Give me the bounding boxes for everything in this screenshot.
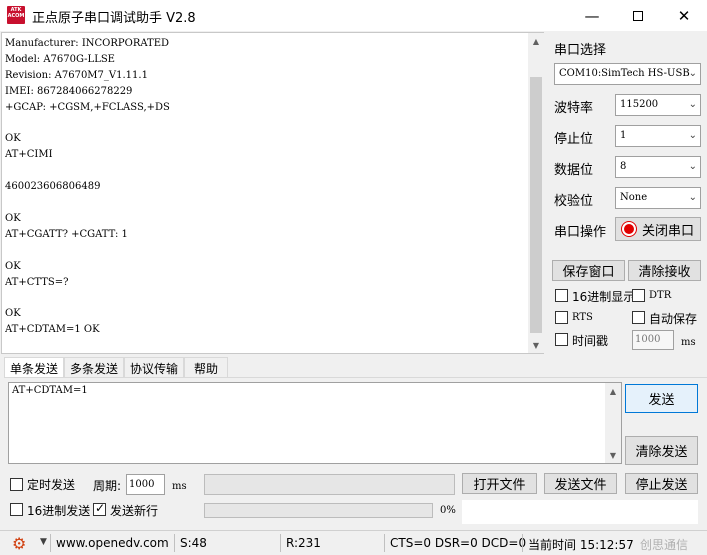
parity-label: 校验位: [554, 194, 594, 209]
port-select-value: COM10:SimTech HS-USB: [559, 68, 690, 79]
send-newline-label: 发送新行: [110, 504, 159, 518]
receive-area[interactable]: Manufacturer: INCORPORATED Model: A7670G…: [1, 32, 544, 354]
chevron-down-icon: ⌄: [688, 99, 697, 110]
file-path-field[interactable]: [204, 474, 455, 495]
auto-save-label: 自动保存: [649, 312, 698, 326]
tab-single-send[interactable]: 单条发送: [4, 357, 64, 378]
send-progress-bar: [204, 503, 433, 518]
parity-select[interactable]: None ⌄: [615, 187, 701, 209]
send-file-button[interactable]: 发送文件: [544, 473, 617, 494]
send-button[interactable]: 发送: [625, 384, 698, 413]
period-label: 周期:: [93, 479, 122, 493]
stopbit-value: 1: [620, 130, 627, 141]
timestamp-checkbox[interactable]: [555, 333, 568, 346]
status-separator: [522, 534, 523, 552]
dtr-label: DTR: [649, 290, 672, 301]
tab-protocol[interactable]: 协议传输: [124, 357, 184, 378]
timestamp-unit: ms: [681, 337, 696, 348]
auto-save-checkbox[interactable]: [632, 311, 645, 324]
send-newline-checkbox[interactable]: [93, 501, 106, 516]
port-operation-label: 串口操作: [554, 225, 607, 240]
port-select[interactable]: COM10:SimTech HS-USB ⌄: [554, 63, 701, 85]
period-input[interactable]: 1000: [126, 474, 165, 495]
minimize-button[interactable]: —: [569, 0, 615, 31]
period-unit: ms: [172, 481, 187, 492]
maximize-icon: [633, 10, 643, 21]
chevron-down-icon: ⌄: [688, 161, 697, 172]
line-status: CTS=0 DSR=0 DCD=0: [390, 536, 527, 550]
info-field: [462, 500, 698, 524]
gear-icon[interactable]: ⚙: [12, 534, 26, 553]
databit-value: 8: [620, 161, 627, 172]
maximize-button[interactable]: [615, 0, 661, 31]
send-progress-percent: 0%: [440, 505, 456, 516]
stopbit-label: 停止位: [554, 132, 594, 147]
close-port-button[interactable]: 关闭串口: [615, 217, 701, 241]
baud-label: 波特率: [554, 101, 594, 116]
minimize-icon: —: [584, 6, 600, 25]
close-window-button[interactable]: ✕: [661, 0, 707, 31]
window-title: 正点原子串口调试助手 V2.8: [32, 11, 196, 26]
baud-select[interactable]: 115200 ⌄: [615, 94, 701, 116]
title-bar[interactable]: ATK ACOM 正点原子串口调试助手 V2.8 — ✕: [0, 0, 707, 31]
send-scrollbar[interactable]: ▲ ▼: [605, 383, 621, 463]
hex-display-label: 16进制显示: [572, 290, 636, 304]
databit-label: 数据位: [554, 163, 594, 178]
hex-display-checkbox[interactable]: [555, 289, 568, 302]
close-port-label: 关闭串口: [641, 223, 694, 239]
app-logo: ATK ACOM: [7, 6, 25, 24]
status-bar: ⚙ ▼ www.openedv.com S:48 R:231 CTS=0 DSR…: [0, 530, 707, 555]
received-count: R:231: [286, 536, 321, 550]
status-separator: [280, 534, 281, 552]
chevron-down-icon: ⌄: [688, 192, 697, 203]
status-separator: [174, 534, 175, 552]
rts-checkbox[interactable]: [555, 311, 568, 324]
tab-help[interactable]: 帮助: [184, 357, 228, 378]
baud-value: 115200: [620, 99, 659, 110]
hex-send-checkbox[interactable]: [10, 503, 23, 516]
tab-divider: [4, 377, 707, 378]
scroll-down-icon[interactable]: ▼: [528, 337, 544, 353]
parity-value: None: [620, 192, 648, 203]
chevron-down-icon[interactable]: ▼: [40, 537, 47, 547]
send-text: AT+CDTAM=1: [12, 385, 88, 396]
timestamp-input[interactable]: 1000: [632, 330, 674, 350]
clear-receive-button[interactable]: 清除接收: [628, 260, 701, 281]
tab-multi-send[interactable]: 多条发送: [64, 357, 124, 378]
send-textarea[interactable]: AT+CDTAM=1 ▲ ▼: [8, 382, 622, 464]
clear-send-button[interactable]: 清除发送: [625, 436, 698, 465]
logo-text-bottom: ACOM: [7, 13, 25, 19]
databit-select[interactable]: 8 ⌄: [615, 156, 701, 178]
chevron-down-icon: ⌄: [688, 68, 697, 79]
scroll-down-icon[interactable]: ▼: [605, 447, 621, 463]
scroll-up-icon[interactable]: ▲: [605, 383, 621, 399]
stop-send-button[interactable]: 停止发送: [625, 473, 698, 494]
receive-scrollbar[interactable]: ▲ ▼: [528, 33, 544, 353]
port-status-icon: [621, 222, 636, 236]
timed-send-label: 定时发送: [27, 478, 76, 492]
hex-send-label: 16进制发送: [27, 504, 91, 518]
timed-send-checkbox[interactable]: [10, 478, 23, 491]
sent-count: S:48: [180, 536, 207, 550]
current-time: 当前时间 15:12:57: [528, 538, 634, 552]
rts-label: RTS: [572, 312, 593, 323]
dtr-checkbox[interactable]: [632, 289, 645, 302]
timestamp-label: 时间戳: [572, 334, 609, 348]
chevron-down-icon: ⌄: [688, 130, 697, 141]
open-file-button[interactable]: 打开文件: [462, 473, 537, 494]
watermark: 创思通信: [640, 536, 689, 553]
close-icon: ✕: [677, 6, 691, 25]
scroll-thumb[interactable]: [530, 77, 542, 333]
website-link[interactable]: www.openedv.com: [56, 536, 169, 550]
stopbit-select[interactable]: 1 ⌄: [615, 125, 701, 147]
receive-text: Manufacturer: INCORPORATED Model: A7670G…: [5, 38, 170, 336]
scroll-up-icon[interactable]: ▲: [528, 33, 544, 49]
status-separator: [50, 534, 51, 552]
port-select-label: 串口选择: [554, 43, 607, 58]
status-separator: [384, 534, 385, 552]
save-window-button[interactable]: 保存窗口: [552, 260, 625, 281]
